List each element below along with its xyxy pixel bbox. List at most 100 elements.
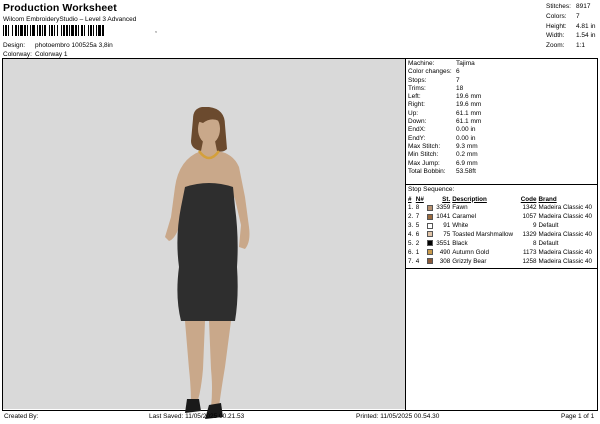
embroidery-figure bbox=[165, 107, 250, 419]
machine-info: Machine: Tajima Color changes: 6 Stops: 7 Trim… bbox=[408, 60, 598, 176]
color-code: 1057 bbox=[522, 213, 537, 221]
machine-info-label: Down: bbox=[408, 118, 427, 126]
thread-brand: Madeira Classic 40 bbox=[538, 257, 593, 265]
machine-info-value: 61.1 mm bbox=[456, 118, 482, 126]
machine-info-row: Down: 61.1 mm bbox=[408, 118, 598, 126]
color-code: 8 bbox=[532, 240, 537, 247]
col-num: # bbox=[408, 195, 412, 203]
swatch-icon bbox=[426, 222, 433, 229]
table-row: 7. 4 308 Grizzly Bear 1258 Madeira Classic 40 bbox=[407, 257, 597, 266]
stat-stitches: Stitches: 8917 bbox=[546, 3, 591, 10]
needle-num: 1 bbox=[415, 248, 420, 256]
design-row: Design: photoembro 100525a 3,8in bbox=[3, 42, 113, 49]
table-row: 3. 5 91 White 9 Default bbox=[407, 221, 597, 230]
machine-info-row: Up: 61.1 mm bbox=[408, 110, 598, 118]
design-preview bbox=[3, 59, 405, 419]
machine-info-row: EndX: 0.00 in bbox=[408, 126, 598, 134]
thread-brand: Default bbox=[538, 222, 559, 230]
needle-num: 6 bbox=[415, 231, 420, 239]
swatch-icon bbox=[426, 231, 433, 238]
needle-num: 2 bbox=[415, 240, 420, 247]
stop-num: 2. bbox=[408, 213, 414, 221]
machine-info-label: EndX: bbox=[408, 126, 426, 134]
created-by: Created By: bbox=[4, 413, 39, 420]
stitch-count: 3551 bbox=[436, 240, 451, 247]
table-row: 1. 8 3359 Fawn 1342 Madeira Classic 40 bbox=[407, 204, 597, 213]
col-n: N# bbox=[415, 195, 424, 203]
machine-info-value: 6.9 mm bbox=[456, 159, 478, 167]
thread-brand: Madeira Classic 40 bbox=[538, 213, 593, 221]
stop-num: 5. bbox=[408, 240, 414, 247]
color-description: Fawn bbox=[452, 204, 468, 212]
color-code: 9 bbox=[532, 222, 537, 230]
thread-brand: Default bbox=[538, 240, 559, 247]
stat-zoom: Zoom: 1:1 bbox=[546, 42, 586, 50]
swatch-icon bbox=[426, 240, 433, 247]
table-row: 2. 7 1041 Caramel 1057 Madeira Classic 40 bbox=[407, 212, 597, 221]
table-row: 4. 6 75 Toasted Marshmallow 1329 Madeira Clas… bbox=[407, 230, 597, 239]
color-code: 1258 bbox=[522, 257, 537, 265]
stitch-count: 3359 bbox=[436, 204, 451, 212]
color-description: Autumn Gold bbox=[452, 248, 489, 256]
needle-num: 5 bbox=[415, 222, 420, 230]
stat-width: Width: 1.54 in bbox=[546, 32, 596, 40]
color-swatch bbox=[426, 221, 435, 230]
panel-divider bbox=[405, 58, 406, 411]
table-row: 6. 1 490 Autumn Gold 1173 Madeira Classic 40 bbox=[407, 248, 597, 257]
color-swatch bbox=[426, 248, 435, 257]
stop-num: 1. bbox=[408, 204, 414, 212]
machine-info-value: 19.6 mm bbox=[456, 101, 482, 109]
machine-info-label: Right: bbox=[408, 101, 425, 109]
design-label: Design: bbox=[3, 42, 26, 49]
machine-info-label: Up: bbox=[408, 109, 419, 117]
colorway-label: Colorway: bbox=[3, 51, 32, 58]
needle-num: 8 bbox=[415, 204, 420, 212]
swatch-icon bbox=[426, 249, 433, 256]
stat-height: Height: 4.81 in bbox=[546, 22, 596, 30]
last-saved: Last Saved: 11/05/2025 00.21.53 bbox=[149, 413, 245, 420]
color-swatch bbox=[426, 230, 435, 239]
machine-info-label: Total Bobbin: bbox=[408, 167, 446, 175]
color-code: 1173 bbox=[522, 248, 537, 256]
machine-info-value: 0.00 in bbox=[456, 126, 476, 134]
machine-info-row: Color changes: 6 bbox=[408, 68, 598, 76]
machine-info-label: Stops: bbox=[408, 76, 427, 84]
page-title: Production Worksheet bbox=[3, 2, 117, 14]
col-brand: Brand bbox=[538, 195, 557, 203]
machine-info-value: 7 bbox=[456, 76, 460, 84]
stop-num: 4. bbox=[408, 231, 414, 239]
printed-date: Printed: 11/05/2025 00.54.30 bbox=[356, 413, 440, 420]
machine-info-value: 0.2 mm bbox=[456, 151, 478, 159]
col-description: Description bbox=[452, 195, 487, 203]
col-code: Code bbox=[520, 195, 537, 203]
machine-info-row: Stops: 7 bbox=[408, 77, 598, 85]
color-description: Black bbox=[452, 240, 468, 247]
col-swatch bbox=[426, 195, 435, 204]
machine-info-row: Max Stitch: 9.3 mm bbox=[408, 143, 598, 151]
footer-divider bbox=[2, 410, 598, 411]
machine-info-row: Right: 19.6 mm bbox=[408, 101, 598, 109]
machine-info-label: Left: bbox=[408, 93, 421, 101]
color-description: White bbox=[452, 222, 469, 230]
machine-info-value: 9.3 mm bbox=[456, 142, 478, 150]
machine-info-value: 0.00 in bbox=[456, 134, 476, 142]
sequence-divider bbox=[405, 268, 598, 269]
machine-info-label: Max Jump: bbox=[408, 159, 440, 167]
machine-info-value: 6 bbox=[456, 68, 460, 76]
needle-num: 4 bbox=[415, 257, 420, 265]
colorway-value: Colorway 1 bbox=[35, 51, 68, 58]
page-number: Page 1 of 1 bbox=[561, 413, 595, 420]
col-st: St. bbox=[442, 195, 451, 203]
machine-info-label: Min Stitch: bbox=[408, 151, 439, 159]
color-description: Caramel bbox=[452, 213, 476, 221]
stop-num: 3. bbox=[408, 222, 414, 230]
stop-sequence-table: # N# St. Description Code Brand 1. 8 3359 F… bbox=[407, 195, 597, 266]
swatch-icon bbox=[426, 213, 433, 220]
machine-info-label: EndY: bbox=[408, 134, 426, 142]
production-worksheet: Production Worksheet Wilcom EmbroiderySt… bbox=[0, 0, 600, 424]
machine-info-label: Max Stitch: bbox=[408, 142, 441, 150]
thread-brand: Madeira Classic 40 bbox=[538, 204, 593, 212]
table-row: 5. 2 3551 Black 8 Default bbox=[407, 239, 597, 248]
color-swatch bbox=[426, 257, 435, 266]
machine-info-value: 18 bbox=[456, 84, 464, 92]
